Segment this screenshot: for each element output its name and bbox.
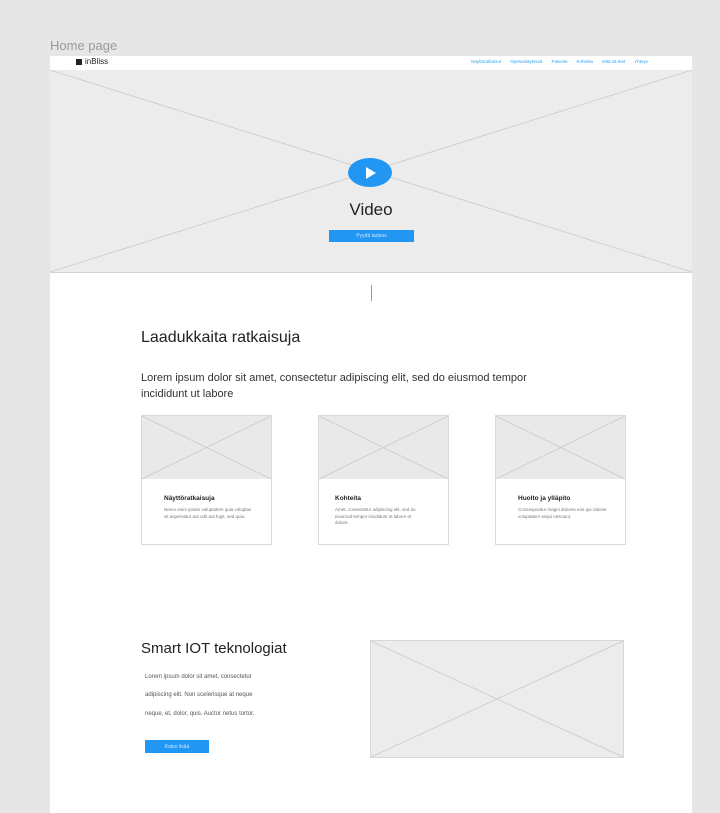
iot-text-line: neque, et, dolor, quis. Auctor netus tor… bbox=[145, 711, 255, 717]
solution-card[interactable]: Huolto ja ylläpito Consequuntur magni do… bbox=[495, 415, 626, 545]
card-image-placeholder bbox=[495, 415, 626, 480]
iot-text-line: adipiscing elit. Non scelerisque at nequ… bbox=[145, 692, 253, 698]
solutions-lead: Lorem ipsum dolor sit amet, consectetur … bbox=[141, 372, 527, 400]
card-title: Huolto ja ylläpito bbox=[518, 495, 571, 502]
quote-button[interactable]: Pyydä tarjous bbox=[329, 230, 414, 242]
read-more-button[interactable]: Katso lisää bbox=[145, 740, 209, 753]
card-text: Amet, consectetur adipiscing elit, sed d… bbox=[335, 507, 416, 525]
nav-link-kohteita[interactable]: Kohteita bbox=[576, 59, 593, 64]
solutions-title: Laadukkaita ratkaisuja bbox=[141, 329, 301, 346]
iot-title: Smart IOT teknologiat bbox=[141, 640, 287, 657]
image-placeholder-icon bbox=[141, 415, 272, 480]
card-image-placeholder bbox=[318, 415, 449, 480]
iot-image-placeholder bbox=[370, 640, 624, 758]
nav-link-naytto[interactable]: Näyttöratkaisut bbox=[471, 59, 501, 64]
card-title: Kohteita bbox=[335, 495, 361, 502]
iot-text-line: Lorem ipsum dolor sit amet, consectetur bbox=[145, 674, 252, 680]
nav-links: Näyttöratkaisut Opetuskäytössä Palvelut … bbox=[471, 59, 648, 64]
top-nav: inBliss Näyttöratkaisut Opetuskäytössä P… bbox=[50, 56, 692, 71]
card-image-placeholder bbox=[141, 415, 272, 480]
brand-logo[interactable]: inBliss bbox=[76, 57, 108, 66]
nav-link-palvelut[interactable]: Palvelut bbox=[551, 59, 567, 64]
nav-link-mita[interactable]: Mitä sä teet bbox=[602, 59, 625, 64]
nav-link-opetus[interactable]: Opetuskäytössä bbox=[510, 59, 542, 64]
hero-title: Video bbox=[349, 200, 393, 219]
brand-name: inBliss bbox=[85, 57, 109, 66]
card-title: Näyttöratkaisuja bbox=[164, 495, 215, 502]
hero-video-placeholder: Video Pyydä tarjous bbox=[50, 70, 692, 273]
nav-link-yhteys[interactable]: Yhteys bbox=[634, 59, 648, 64]
text-cursor bbox=[371, 285, 372, 301]
card-text: Consequuntur magni dolores eos qui ratio… bbox=[518, 507, 607, 519]
solution-card[interactable]: Kohteita Amet, consectetur adipiscing el… bbox=[318, 415, 449, 545]
card-text: Nemo enim ipsam voluptatem quia voluptas… bbox=[164, 507, 252, 519]
solution-card[interactable]: Näyttöratkaisuja Nemo enim ipsam volupta… bbox=[141, 415, 272, 545]
logo-icon bbox=[76, 58, 82, 65]
play-icon[interactable] bbox=[348, 158, 392, 187]
frame-label: Home page bbox=[50, 38, 118, 53]
image-placeholder-icon bbox=[370, 640, 624, 758]
home-page: inBliss Näyttöratkaisut Opetuskäytössä P… bbox=[50, 56, 692, 813]
image-placeholder-icon bbox=[318, 415, 449, 480]
image-placeholder-icon bbox=[495, 415, 626, 480]
